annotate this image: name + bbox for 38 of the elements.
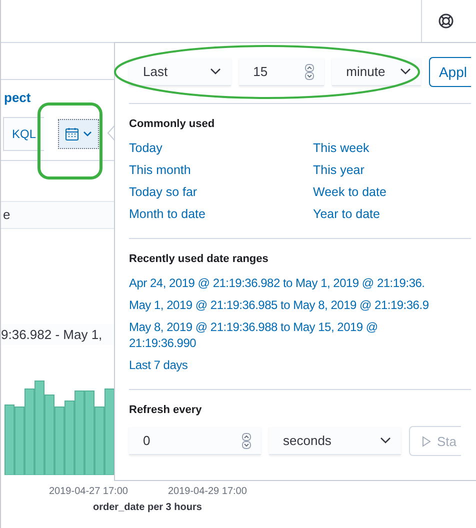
recent-range-link[interactable]: Apr 24, 2019 @ 21:19:36.982 to May 1, 2019 @ 21:19:36. [129,275,471,291]
axis-tick-label: 2019-04-27 17:00 [49,486,128,497]
date-picker-button[interactable] [58,119,100,149]
chevron-down-icon [210,68,222,75]
quick-range-link[interactable]: Today so far [129,184,313,200]
quick-range-link[interactable]: This week [313,140,471,156]
unit-select[interactable]: minute [332,58,421,86]
quick-range-link[interactable]: Year to date [313,206,471,222]
chevron-down-icon [83,131,92,137]
quick-range-link[interactable]: This year [313,162,471,178]
stepper-icon[interactable] [242,432,251,448]
section-title: Commonly used [129,118,216,130]
help-icon[interactable] [438,13,454,29]
query-language-button[interactable]: KQL [3,117,44,151]
chevron-down-icon [380,437,391,444]
apply-button[interactable]: Appl [428,57,471,87]
refresh-interval-input[interactable]: 0 [129,427,261,455]
inspect-link[interactable]: pect [1,80,114,114]
quick-range-link[interactable]: Month to date [129,206,313,222]
refresh-unit-select[interactable]: seconds [269,427,401,455]
stepper-icon[interactable] [305,64,314,80]
section-title: Refresh every [129,404,203,416]
recent-range-link[interactable]: May 1, 2019 @ 21:19:36.985 to May 8, 2019 @ 21:19:36.9 [129,297,471,313]
field-text: e [1,201,114,229]
quick-range-link[interactable]: Week to date [313,184,471,200]
direction-select[interactable]: Last [129,58,232,86]
recent-range-link[interactable]: May 8, 2019 @ 21:19:36.988 to May 15, 2019 @ 21:19:36.990 [129,319,429,351]
recent-range-link[interactable]: Last 7 days [129,357,429,373]
axis-tick-label: 2019-04-29 17:00 [168,486,247,497]
section-title: Recently used date ranges [129,253,270,265]
play-icon [422,436,431,446]
calendar-icon [65,127,80,141]
amount-input[interactable]: 15 [239,58,324,86]
quick-range-link[interactable]: This month [129,162,313,178]
quick-range-link[interactable]: Today [129,140,313,156]
chevron-down-icon [400,68,411,75]
time-range-text: 9:36.982 - May 1, [1,324,114,345]
axis-title: order_date per 3 hours [92,501,202,513]
